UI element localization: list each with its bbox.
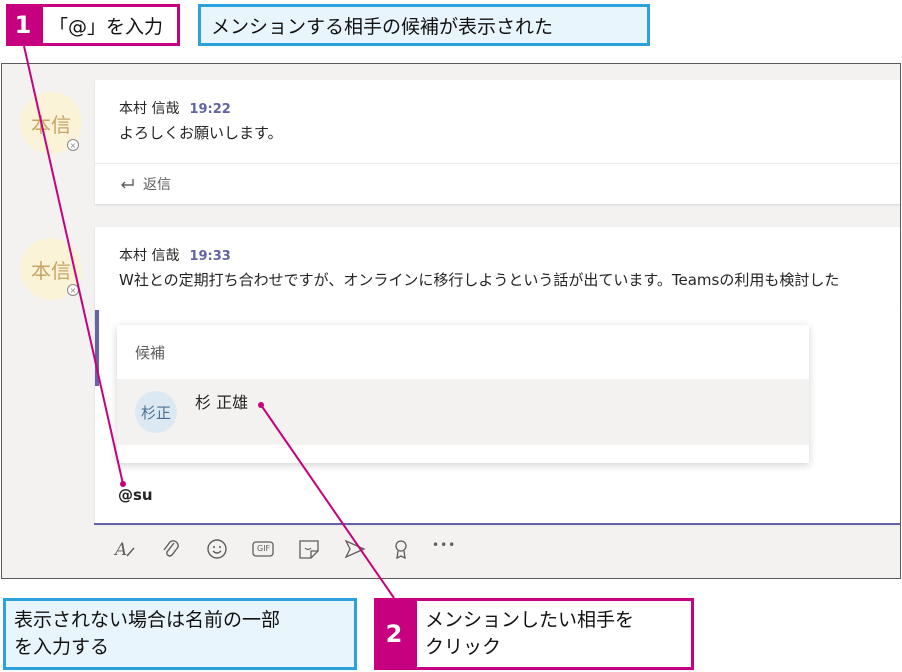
sticker-icon[interactable] [296,536,322,562]
praise-icon[interactable] [388,536,414,562]
compose-focus-line [94,523,900,525]
compose-input[interactable]: @su [118,486,153,504]
emoji-icon[interactable] [204,536,230,562]
compose-toolbar: A GIF ••• [112,534,472,564]
gif-icon[interactable]: GIF [250,536,276,562]
step-2-callout: メンションしたい相手を クリック [414,598,694,670]
presence-offline-icon: × [67,139,79,151]
meet-icon[interactable] [342,536,368,562]
message-time: 19:22 [189,102,231,117]
reply-arrow-icon [121,179,134,189]
message-text: W社との定期打ち合わせですが、オンラインに移行しようという話が出ています。Tea… [119,271,840,289]
teams-conversation: 本信 × 本村 信哉 19:22 よろしくお願いします。 返信 本信 × 本村 信… [1,63,901,579]
message-time: 19:33 [189,249,231,264]
author-name[interactable]: 本村 信哉 [119,248,179,264]
suggestion-initials: 杉正 [140,403,171,422]
step-2-badge: 2 [374,598,414,670]
gif-label: GIF [257,544,271,553]
step-2-line2: クリック [425,636,502,658]
presence-offline-icon: × [67,284,79,296]
mention-suggestions-popup: 候補 杉正 杉 正雄 [117,325,809,463]
message-card: 本村 信哉 19:22 よろしくお願いします。 返信 [95,80,900,204]
divider [95,163,900,164]
step-1-text: 「@」を入力 [49,15,164,38]
suggestion-name: 杉 正雄 [195,393,249,412]
avatar-initials: 本信 [31,258,71,283]
step-1-badge: 1 [6,4,40,46]
attach-icon[interactable] [158,536,184,562]
reply-button[interactable]: 返信 [119,174,171,194]
suggestion-item[interactable]: 杉正 杉 正雄 [117,379,809,445]
more-icon[interactable]: ••• [432,538,456,552]
reply-label: 返信 [143,177,171,193]
step-1-note-text: メンションする相手の候補が表示された [211,15,554,38]
suggestions-header: 候補 [135,344,166,362]
message-text: よろしくお願いします。 [119,124,283,142]
bottom-note: 表示されない場合は名前の一部 を入力する [3,598,357,670]
step-1-callout: 「@」を入力 [40,4,180,46]
bottom-note-line1: 表示されない場合は名前の一部 [14,609,281,631]
format-icon[interactable]: A [112,536,138,562]
message-header: 本村 信哉 19:33 [119,245,231,265]
svg-text:A: A [113,540,127,560]
compose-accent-bar [95,310,99,386]
suggestion-avatar: 杉正 [135,391,177,433]
step-1-note: メンションする相手の候補が表示された [198,4,650,46]
avatar-initials: 本信 [31,112,71,137]
bottom-note-line2: を入力する [14,636,110,658]
step-2-line1: メンションしたい相手を [425,609,635,631]
message-header: 本村 信哉 19:22 [119,98,231,118]
author-name[interactable]: 本村 信哉 [119,101,179,117]
